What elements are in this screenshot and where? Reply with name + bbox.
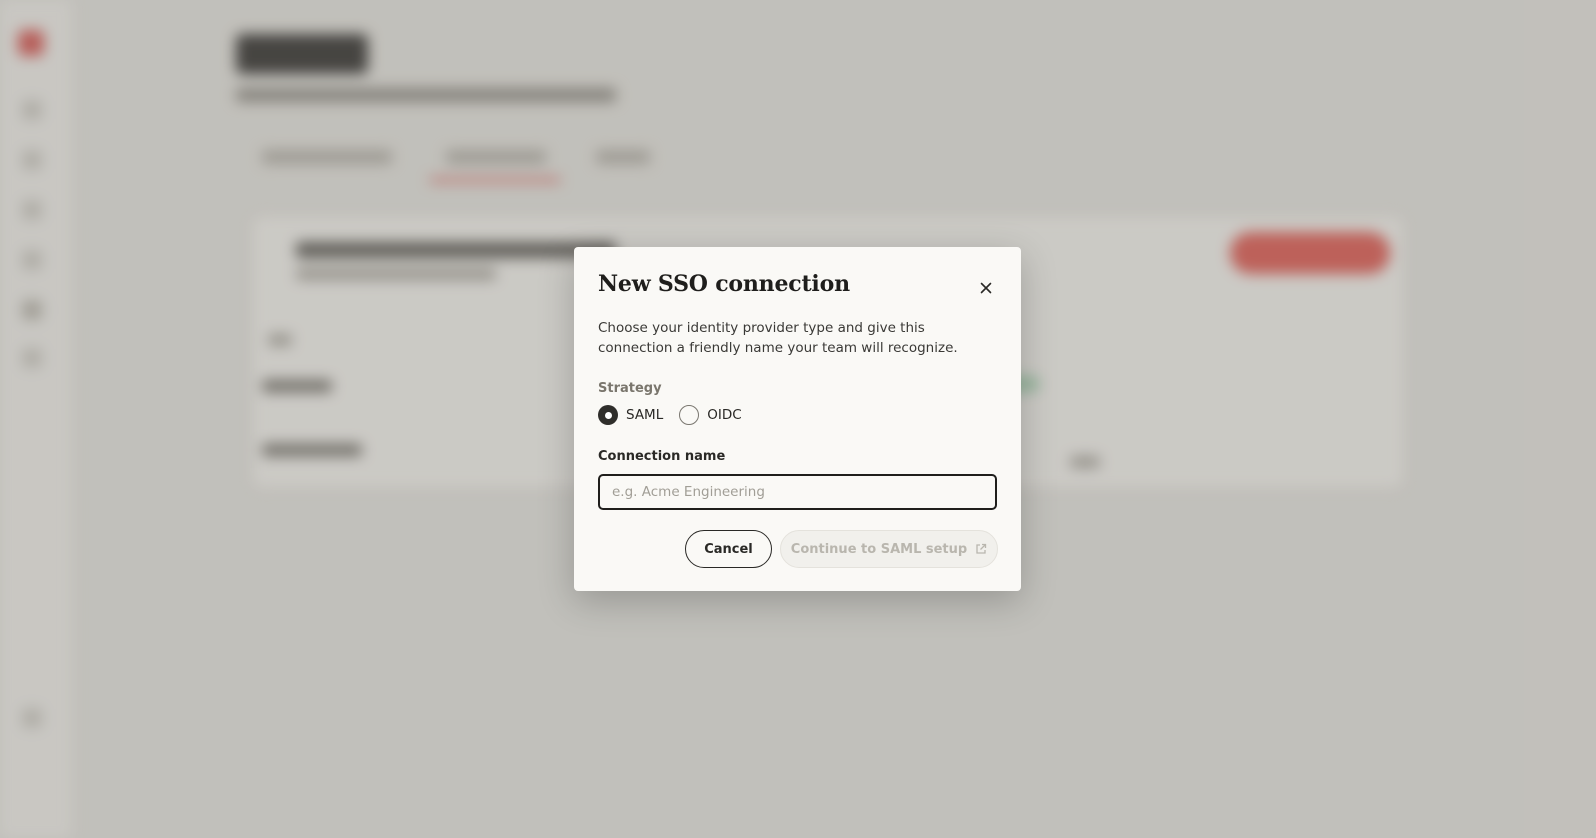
- radio-selected-dot: [604, 411, 612, 419]
- close-button[interactable]: [973, 275, 999, 301]
- cancel-button-label: Cancel: [704, 541, 753, 557]
- strategy-label: Strategy: [598, 381, 662, 396]
- external-link-icon: [975, 543, 987, 555]
- cancel-button[interactable]: Cancel: [685, 530, 772, 568]
- continue-button-label: Continue to SAML setup: [790, 541, 968, 557]
- app-root: New SSO connection Choose your identity …: [0, 0, 1596, 838]
- saml-label: SAML: [626, 407, 664, 423]
- strategy-option-oidc[interactable]: OIDC: [679, 405, 742, 425]
- connection-name-label: Connection name: [598, 449, 726, 464]
- sso-connection-modal: New SSO connection Choose your identity …: [574, 247, 1021, 591]
- continue-to-saml-setup-button[interactable]: Continue to SAML setup: [780, 530, 998, 568]
- strategy-radio-group: SAML OIDC: [598, 405, 758, 425]
- oidc-radio[interactable]: [679, 405, 700, 425]
- close-icon: [980, 282, 992, 294]
- modal-description: Choose your identity provider type and g…: [598, 320, 958, 356]
- modal-title: New SSO connection: [598, 271, 850, 297]
- connection-name-input[interactable]: [598, 474, 997, 510]
- saml-radio[interactable]: [598, 405, 618, 425]
- strategy-option-saml[interactable]: SAML: [598, 405, 663, 425]
- oidc-label: OIDC: [707, 407, 742, 423]
